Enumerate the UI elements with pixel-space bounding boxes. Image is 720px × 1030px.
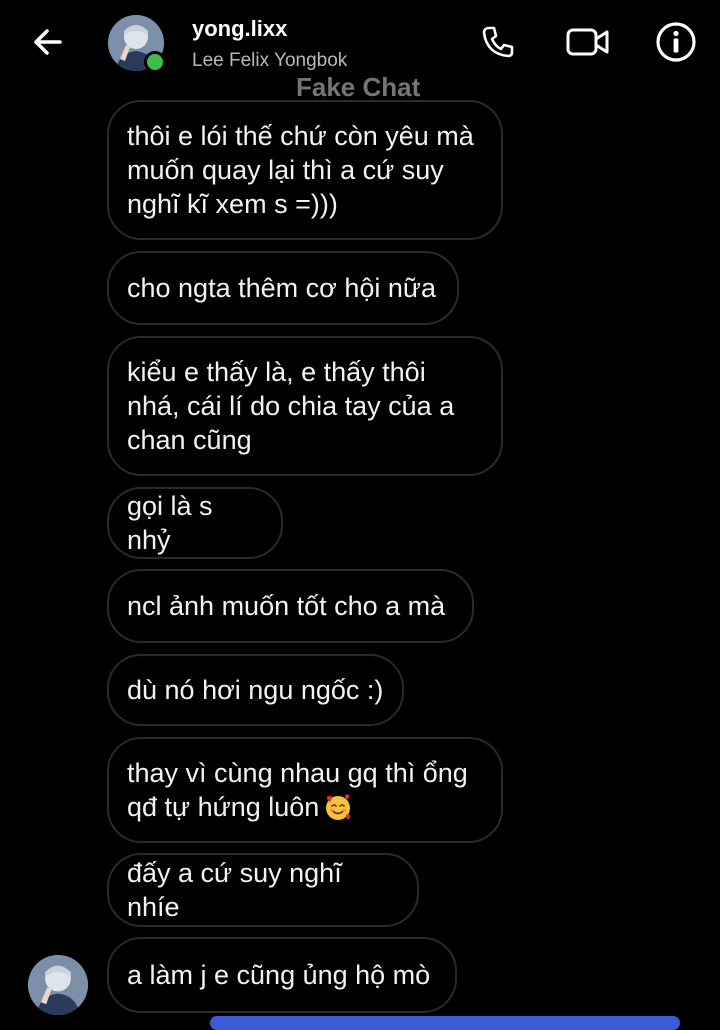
message-text: đấy a cứ suy nghĩ nhíe bbox=[127, 858, 342, 922]
outgoing-message-edge bbox=[210, 1016, 680, 1030]
message-text: a làm j e cũng ủng hộ mò bbox=[127, 960, 431, 990]
message-text: ncl ảnh muốn tốt cho a mà bbox=[127, 591, 446, 621]
message-bubble[interactable]: a làm j e cũng ủng hộ mò bbox=[107, 937, 457, 1013]
message-bubble[interactable]: cho ngta thêm cơ hội nữa bbox=[107, 251, 459, 325]
message-bubble[interactable]: kiểu e thấy là, e thấy thôi nhá, cái lí … bbox=[107, 336, 503, 476]
sender-avatar[interactable] bbox=[28, 955, 88, 1015]
info-icon bbox=[656, 22, 696, 62]
message-bubble[interactable]: thay vì cùng nhau gq thì ổng qđ tự hứng … bbox=[107, 737, 503, 843]
message-bubble[interactable]: dù nó hơi ngu ngốc :) bbox=[107, 654, 404, 726]
video-call-button[interactable] bbox=[564, 18, 612, 66]
call-button[interactable] bbox=[474, 18, 522, 66]
chat-header: yong.lixx Lee Felix Yongbok Fake Chat bbox=[0, 0, 720, 102]
back-button[interactable] bbox=[26, 20, 70, 64]
message-bubble[interactable]: ncl ảnh muốn tốt cho a mà bbox=[107, 569, 474, 643]
message-bubble[interactable]: thôi e lói thế chứ còn yêu mà muốn quay … bbox=[107, 100, 503, 240]
message-text: kiểu e thấy là, e thấy thôi nhá, cái lí … bbox=[127, 357, 455, 455]
online-status-indicator bbox=[144, 51, 166, 73]
message-text: gọi là s nhỷ bbox=[127, 491, 213, 555]
phone-icon bbox=[482, 26, 514, 58]
contact-full-name: Lee Felix Yongbok bbox=[192, 50, 348, 71]
message-text: thôi e lói thế chứ còn yêu mà muốn quay … bbox=[127, 121, 474, 219]
watermark: Fake Chat bbox=[296, 72, 421, 102]
message-text: dù nó hơi ngu ngốc :) bbox=[127, 675, 384, 705]
smiling-face-with-hearts-icon bbox=[326, 794, 351, 820]
message-text: cho ngta thêm cơ hội nữa bbox=[127, 273, 436, 303]
message-text: thay vì cùng nhau gq thì ổng qđ tự hứng … bbox=[127, 758, 468, 822]
info-button[interactable] bbox=[652, 18, 700, 66]
arrow-left-icon bbox=[34, 29, 62, 55]
message-bubble[interactable]: gọi là s nhỷ bbox=[107, 487, 283, 559]
video-camera-icon bbox=[566, 28, 609, 56]
message-bubble[interactable]: đấy a cứ suy nghĩ nhíe bbox=[107, 853, 419, 927]
contact-username[interactable]: yong.lixx bbox=[192, 16, 287, 42]
